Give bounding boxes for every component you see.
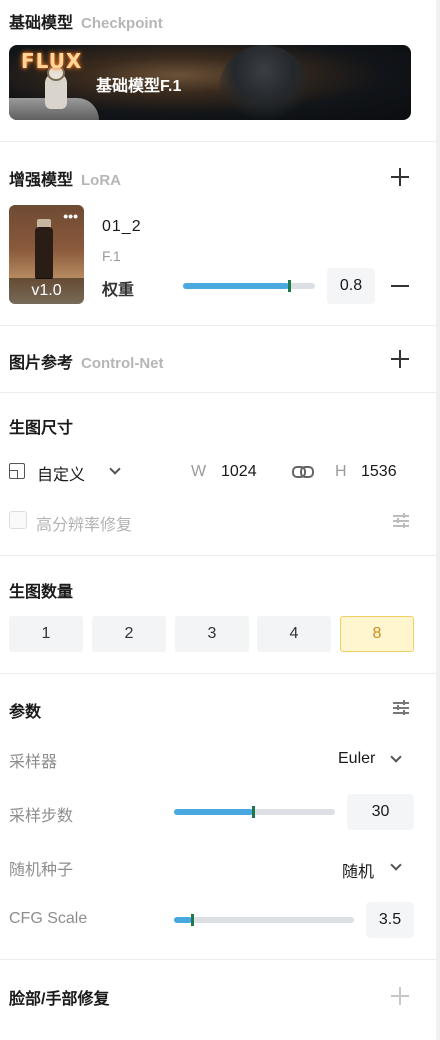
checkpoint-section-title: 基础模型 Checkpoint — [9, 9, 163, 33]
checkpoint-title: 基础模型 — [9, 15, 74, 32]
cfg-scale-label: CFG Scale — [9, 910, 88, 927]
link-icon[interactable] — [292, 466, 314, 478]
count-option-4[interactable]: 4 — [257, 616, 331, 652]
add-controlnet-plus-icon[interactable] — [389, 348, 411, 370]
remove-lora-minus-icon[interactable] — [390, 276, 410, 296]
seed-label: 随机种子 — [9, 862, 74, 879]
more-options-icon[interactable]: ••• — [63, 208, 78, 224]
divider — [0, 392, 436, 393]
divider — [0, 959, 436, 960]
steps-input[interactable]: 30 — [347, 794, 414, 830]
lora-weight-slider-handle[interactable] — [287, 280, 291, 292]
chevron-down-icon[interactable] — [109, 463, 121, 475]
width-input[interactable]: 1024 — [221, 463, 257, 481]
size-mode-select[interactable]: 自定义 — [37, 461, 85, 485]
height-input[interactable]: 1536 — [361, 463, 397, 481]
lora-weight-slider[interactable] — [183, 280, 315, 292]
scrollbar-edge — [436, 0, 440, 1040]
params-settings-icon[interactable] — [393, 700, 409, 715]
checkpoint-model-name: 基础模型F.1 — [96, 78, 182, 95]
aspect-ratio-icon — [9, 463, 25, 479]
divider — [0, 325, 436, 326]
add-face-fix-plus-icon[interactable] — [389, 985, 411, 1007]
hires-fix-checkbox[interactable] — [9, 511, 27, 529]
checkpoint-subtitle: Checkpoint — [81, 15, 163, 32]
checkpoint-model-card[interactable]: FLUX 基础模型F.1 — [9, 45, 411, 120]
steps-slider-handle[interactable] — [251, 806, 255, 818]
controlnet-section-title: 图片参考 Control-Net — [9, 349, 164, 373]
image-count-title: 生图数量 — [9, 584, 74, 601]
lora-thumbnail[interactable]: ••• v1.0 — [9, 205, 84, 304]
card-background-figure — [219, 45, 309, 120]
controlnet-subtitle: Control-Net — [81, 355, 164, 372]
face-fix-title: 脸部/手部修复 — [9, 991, 110, 1008]
hires-fix-label: 高分辨率修复 — [36, 517, 133, 534]
sampler-select[interactable]: Euler — [338, 750, 375, 768]
count-option-8[interactable]: 8 — [340, 616, 414, 652]
image-size-row: 自定义 W 1024 H 1536 — [9, 460, 429, 484]
params-title: 参数 — [9, 704, 42, 721]
lora-weight-slider-fill — [183, 283, 289, 289]
chevron-down-icon[interactable] — [390, 751, 402, 763]
hires-settings-icon[interactable] — [393, 513, 409, 528]
divider — [0, 555, 436, 556]
seed-select[interactable]: 随机 — [342, 858, 374, 882]
thumbnail-bottle — [35, 227, 53, 279]
lora-title: 增强模型 — [9, 172, 74, 189]
sampler-label: 采样器 — [9, 754, 58, 771]
lora-weight-input[interactable]: 0.8 — [327, 268, 375, 304]
count-option-3[interactable]: 3 — [175, 616, 249, 652]
lora-base-model: F.1 — [102, 248, 121, 264]
steps-label: 采样步数 — [9, 808, 74, 825]
width-label: W — [191, 463, 207, 480]
lora-version-badge: v1.0 — [9, 278, 84, 304]
chevron-down-icon[interactable] — [390, 859, 402, 871]
cfg-scale-slider[interactable] — [174, 914, 354, 926]
divider — [0, 141, 436, 142]
count-option-1[interactable]: 1 — [9, 616, 83, 652]
flux-logo: FLUX — [21, 49, 83, 73]
cfg-scale-slider-fill — [174, 917, 192, 923]
divider — [0, 673, 436, 674]
count-option-2[interactable]: 2 — [92, 616, 166, 652]
cfg-scale-input[interactable]: 3.5 — [366, 902, 414, 938]
hires-fix-row: 高分辨率修复 — [9, 510, 429, 534]
height-label: H — [335, 463, 347, 480]
lora-weight-label: 权重 — [102, 282, 135, 299]
controlnet-title: 图片参考 — [9, 355, 74, 372]
add-lora-plus-icon[interactable] — [389, 166, 411, 188]
cfg-scale-slider-handle[interactable] — [191, 914, 194, 926]
steps-slider[interactable] — [174, 806, 335, 818]
lora-subtitle: LoRA — [81, 172, 122, 189]
lora-name: 01_2 — [102, 218, 142, 235]
steps-slider-fill — [174, 809, 253, 815]
image-size-title: 生图尺寸 — [9, 420, 74, 437]
lora-section-title: 增强模型 LoRA — [9, 166, 121, 190]
